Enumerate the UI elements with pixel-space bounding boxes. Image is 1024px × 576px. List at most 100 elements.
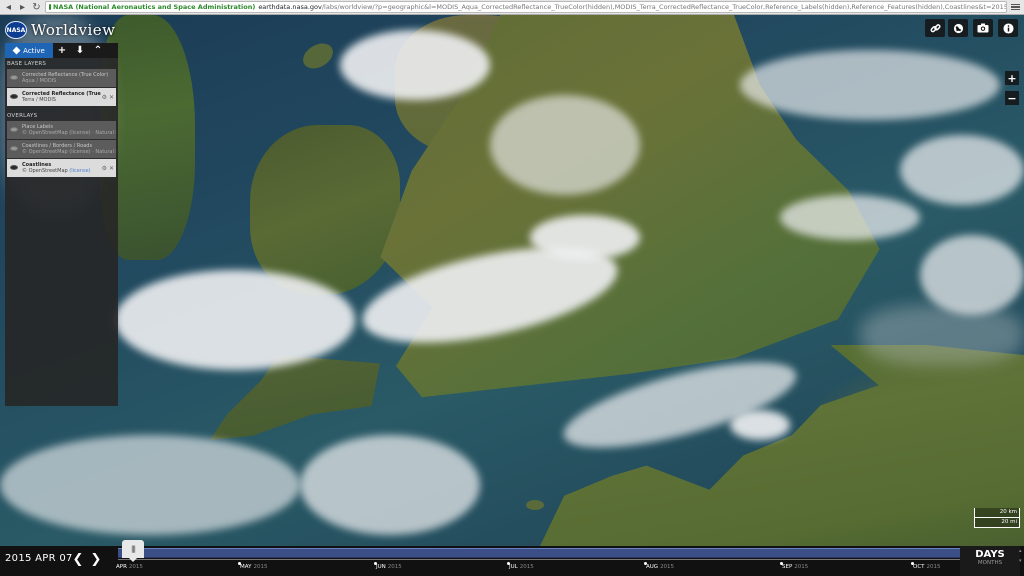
collapse-sidebar-button[interactable]: ⌃ — [89, 43, 107, 58]
nasa-meatball-icon: NASA — [5, 21, 27, 39]
month-name: OCT — [913, 564, 925, 570]
map-cloud — [0, 435, 300, 535]
info-button[interactable] — [998, 19, 1018, 37]
visibility-eye-icon[interactable] — [10, 146, 18, 151]
remove-layer-icon[interactable]: ✕ — [109, 94, 114, 101]
map-land-wales — [250, 125, 400, 295]
map-cloud — [490, 95, 640, 195]
layer-subtitle: © OpenStreetMap (license) — [22, 168, 102, 175]
globe-icon — [953, 23, 963, 33]
visibility-eye-icon[interactable] — [10, 75, 18, 80]
map-haze — [860, 305, 1024, 365]
tab-active-label: Active — [23, 46, 45, 55]
url-field[interactable]: NASA (National Aeronautics and Space Adm… — [45, 1, 1007, 13]
add-layers-button[interactable]: + — [53, 43, 71, 58]
previous-day-button[interactable]: ❮ — [72, 552, 84, 567]
browser-menu-icon[interactable] — [1010, 2, 1021, 13]
month-label: AUG 2015 — [646, 564, 674, 570]
timeline: 2015 APR 07 ❮ ❯ APR 2015 MAY 2015 JUN 2015 … — [0, 546, 1024, 576]
timeline-axis — [118, 559, 960, 560]
visibility-eye-icon[interactable] — [10, 94, 18, 99]
layer-item-terra[interactable]: Corrected Reflectance (True Color) Terra… — [7, 88, 116, 106]
month-name: MAY — [240, 564, 252, 570]
lock-icon — [49, 4, 51, 10]
month-year: 2015 — [387, 564, 402, 570]
layer-item-borders-roads[interactable]: Coastlines / Borders / Roads © OpenStree… — [7, 140, 116, 158]
month-year: 2015 — [519, 564, 534, 570]
forward-arrow-icon[interactable]: ▸ — [17, 2, 28, 13]
map-cloud — [780, 195, 920, 240]
timeline-zoom-arrows[interactable]: ▴ ▾ — [1019, 546, 1024, 576]
layers-icon — [12, 46, 21, 55]
map-cloud — [340, 30, 490, 100]
map-cloud — [730, 410, 790, 440]
snapshot-button[interactable] — [973, 19, 993, 37]
layer-item-place-labels[interactable]: Place Labels © OpenStreetMap (license) ·… — [7, 121, 116, 139]
map-land-isle-of-man — [298, 38, 338, 74]
month-year: 2015 — [794, 564, 809, 570]
map-cloud — [115, 270, 355, 370]
layer-subtitle: © OpenStreetMap (license) · Natural Eart… — [22, 130, 116, 136]
next-day-button[interactable]: ❯ — [90, 552, 102, 567]
month-label: APR 2015 — [116, 564, 143, 570]
month-label: JUN 2015 — [376, 564, 402, 570]
month-name: JUL — [509, 564, 518, 570]
month-name: APR — [116, 564, 127, 570]
month-label: OCT 2015 — [913, 564, 941, 570]
scale-bar: 20 km 20 mi — [974, 508, 1020, 530]
settings-icon[interactable]: ⚙ — [102, 165, 107, 172]
map-cloud — [530, 215, 640, 260]
layers-sidebar: Active + ⬇ ⌃ BASE LAYERS Corrected Refle… — [5, 43, 118, 406]
satellite-map[interactable] — [0, 15, 1024, 546]
layer-subtitle: Terra / MODIS — [22, 97, 56, 103]
map-cloud — [900, 135, 1024, 205]
settings-icon[interactable]: ⚙ — [102, 94, 107, 101]
map-cloud — [300, 435, 480, 535]
camera-icon — [977, 23, 989, 33]
month-name: SEP — [782, 564, 793, 570]
back-arrow-icon[interactable]: ◂ — [3, 2, 14, 13]
projection-button[interactable] — [948, 19, 968, 37]
attribution-text: © OpenStreetMap — [22, 168, 70, 174]
url-domain: earthdata.nasa.gov — [258, 3, 322, 11]
month-label: SEP 2015 — [782, 564, 808, 570]
current-date[interactable]: 2015 APR 07 — [5, 553, 73, 564]
app-title: Worldview — [31, 21, 116, 39]
visibility-eye-icon[interactable] — [10, 127, 18, 132]
layer-subtitle: Aqua / MODIS — [22, 78, 57, 84]
scale-mi: 20 mi — [974, 518, 1020, 528]
timeline-zoom-alt: MONTHS — [977, 560, 1003, 566]
sidebar-tab-row: Active + ⬇ ⌃ — [5, 43, 118, 58]
link-icon — [930, 23, 941, 32]
map-cloud — [920, 235, 1024, 315]
map-cloud — [740, 50, 1000, 120]
base-layers-heading: BASE LAYERS — [7, 61, 47, 67]
month-year: 2015 — [128, 564, 143, 570]
month-name: AUG — [646, 564, 659, 570]
visibility-eye-icon[interactable] — [10, 165, 18, 170]
zoom-out-button[interactable]: − — [1005, 91, 1019, 105]
timeline-zoom-selector[interactable]: DAYS MONTHS — [960, 546, 1020, 576]
app-logo: NASA Worldview — [5, 21, 116, 39]
zoom-in-button[interactable]: + — [1005, 71, 1019, 85]
overlays-heading: OVERLAYS — [7, 113, 38, 119]
timeline-track[interactable]: APR 2015 MAY 2015 JUN 2015 JUL 2015 AUG 2015 … — [116, 546, 960, 576]
download-button[interactable]: ⬇ — [71, 43, 89, 58]
month-year: 2015 — [660, 564, 675, 570]
link-button[interactable] — [925, 19, 945, 37]
layer-item-aqua[interactable]: Corrected Reflectance (True Color) Aqua … — [7, 69, 116, 87]
map-land-jersey — [526, 500, 544, 510]
remove-layer-icon[interactable]: ✕ — [109, 165, 114, 172]
tab-active[interactable]: Active — [5, 43, 53, 58]
timeline-date-handle[interactable]: ||| — [122, 540, 144, 562]
month-label: JUL 2015 — [509, 564, 534, 570]
month-label: MAY 2015 — [240, 564, 267, 570]
ev-certificate-label: NASA (National Aeronautics and Space Adm… — [53, 3, 256, 11]
reload-icon[interactable]: ↻ — [31, 2, 42, 13]
layer-item-coastlines[interactable]: Coastlines © OpenStreetMap (license) ⚙ ✕ — [7, 159, 116, 177]
scale-km: 20 km — [974, 508, 1020, 518]
month-year: 2015 — [926, 564, 941, 570]
license-link[interactable]: (license) — [69, 168, 90, 174]
url-path: /labs/worldview/?p=geographic&l=MODIS_Aq… — [321, 3, 1007, 11]
timeline-zoom-level: DAYS — [975, 549, 1005, 560]
